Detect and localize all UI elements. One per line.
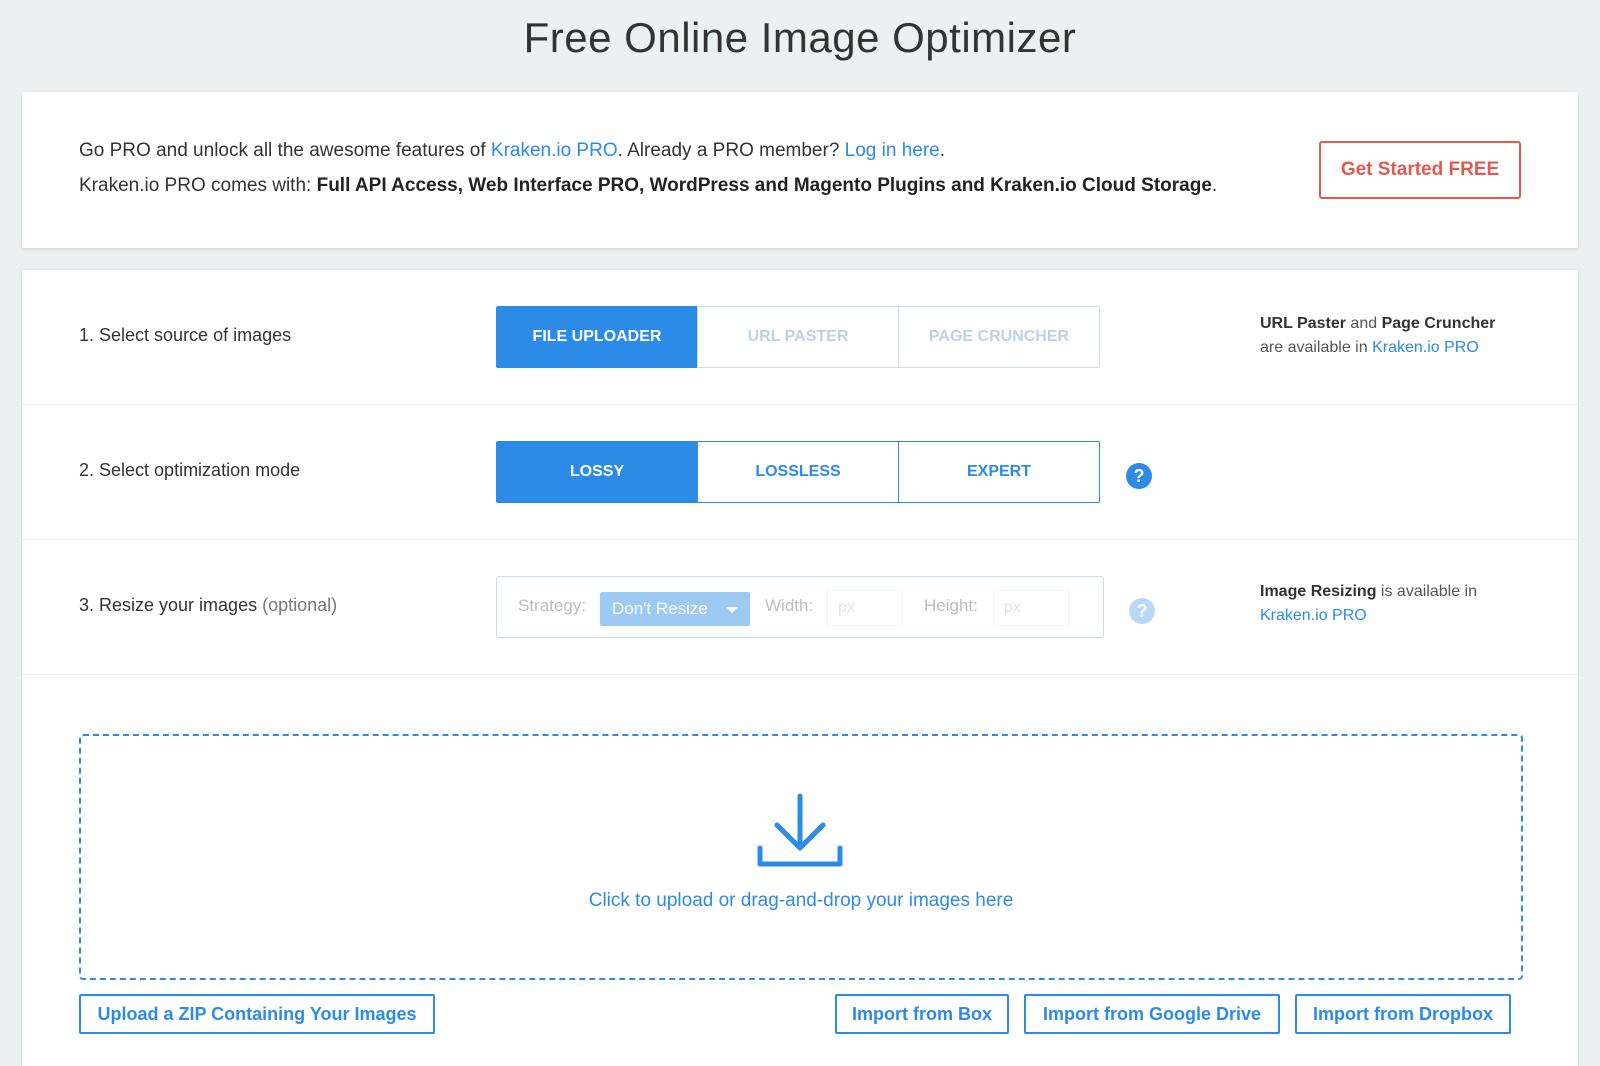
strategy-select[interactable]: Don't Resize — [600, 592, 750, 626]
upload-dropzone[interactable]: Click to upload or drag-and-drop your im… — [79, 734, 1523, 980]
upload-zip-button[interactable]: Upload a ZIP Containing Your Images — [79, 994, 435, 1034]
resize-help-icon[interactable]: ? — [1129, 598, 1155, 624]
width-label: Width: — [765, 596, 814, 615]
resize-pro-note: Image Resizing is available in Kraken.io… — [1260, 583, 1477, 624]
source-selector: FILE UPLOADER URL PASTER PAGE CRUNCHER — [496, 306, 1100, 368]
mode-row: 2. Select optimization mode LOSSY LOSSLE… — [22, 405, 1578, 540]
height-label: Height: — [924, 596, 978, 615]
source-pro-note: URL Paster and Page Cruncher are availab… — [1260, 315, 1496, 356]
resize-pro-link[interactable]: Kraken.io PRO — [1260, 607, 1367, 624]
resize-row: 3. Resize your images (optional) Strateg… — [22, 540, 1578, 675]
url-paster-tab[interactable]: URL PASTER — [697, 306, 899, 368]
expert-tab[interactable]: EXPERT — [898, 441, 1100, 503]
login-link[interactable]: Log in here — [845, 140, 940, 161]
import-box-button[interactable]: Import from Box — [835, 994, 1009, 1034]
source-row: 1. Select source of images FILE UPLOADER… — [22, 270, 1578, 405]
page-cruncher-tab[interactable]: PAGE CRUNCHER — [898, 306, 1100, 368]
strategy-label: Strategy: — [518, 596, 587, 615]
source-label: 1. Select source of images — [79, 325, 292, 345]
pro-features-list: Full API Access, Web Interface PRO, Word… — [316, 175, 1212, 196]
kraken-pro-link[interactable]: Kraken.io PRO — [491, 140, 618, 161]
source-pro-link[interactable]: Kraken.io PRO — [1372, 339, 1479, 356]
mode-label: 2. Select optimization mode — [79, 460, 301, 480]
promo-line-1: Go PRO and unlock all the awesome featur… — [79, 140, 946, 161]
dropzone-text: Click to upload or drag-and-drop your im… — [588, 890, 1014, 911]
pro-promo-banner: Go PRO and unlock all the awesome featur… — [22, 92, 1578, 248]
import-google-drive-button[interactable]: Import from Google Drive — [1024, 994, 1280, 1034]
get-started-free-button[interactable]: Get Started FREE — [1319, 141, 1521, 199]
resize-controls: Strategy: Don't Resize Width: Height: — [496, 576, 1104, 638]
page-title: Free Online Image Optimizer — [523, 14, 1077, 61]
caret-down-icon — [726, 607, 738, 613]
resize-label: 3. Resize your images (optional) — [79, 595, 338, 615]
height-input[interactable] — [993, 590, 1069, 626]
download-icon — [757, 793, 843, 867]
optimizer-panel: 1. Select source of images FILE UPLOADER… — [22, 270, 1578, 1066]
promo-line-2: Kraken.io PRO comes with: Full API Acces… — [79, 175, 1218, 196]
lossy-tab[interactable]: LOSSY — [496, 441, 698, 503]
mode-selector: LOSSY LOSSLESS EXPERT — [496, 441, 1100, 503]
import-dropbox-button[interactable]: Import from Dropbox — [1295, 994, 1511, 1034]
file-uploader-tab[interactable]: FILE UPLOADER — [496, 306, 698, 368]
width-input[interactable] — [827, 590, 903, 626]
lossless-tab[interactable]: LOSSLESS — [697, 441, 899, 503]
mode-help-icon[interactable]: ? — [1126, 463, 1152, 489]
